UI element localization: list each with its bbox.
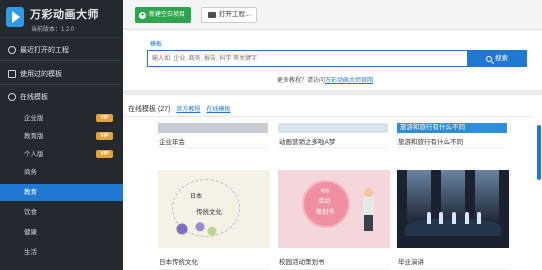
- app-title: 万彩动画大师: [30, 9, 99, 21]
- new-project-label: 新建空白项目: [149, 12, 186, 18]
- section-header: 在线模板 (27) 官方教程 在线模板: [128, 104, 230, 116]
- sidebar-item-health[interactable]: 健康: [0, 224, 123, 241]
- sidebar-item-label: 最近打开的工程: [20, 47, 69, 54]
- sidebar-divider: [0, 37, 123, 38]
- graduate-figure: [452, 212, 456, 224]
- template-thumbnail: 校园 活动 策划书: [278, 170, 390, 248]
- app-logo-icon: [6, 7, 24, 27]
- search-panel: 模板 搜索 更多教程？请访问万彩动画大师官网: [123, 30, 542, 90]
- sidebar: 万彩动画大师 当前版本：1.2.0 最近打开的工程 使用过的模板 在线模板 企业…: [0, 0, 123, 270]
- sidebar-item-personal[interactable]: 个人版 VIP: [0, 146, 123, 163]
- template-thumbnail: [278, 123, 388, 133]
- folder-icon: [208, 12, 216, 18]
- sidebar-item-used-templates[interactable]: 使用过的模板: [8, 69, 62, 79]
- vip-badge: VIP: [96, 150, 113, 158]
- search-label: 模板: [150, 42, 163, 48]
- template-caption: 毕业演讲: [398, 259, 424, 266]
- scrollbar[interactable]: [537, 125, 541, 180]
- card-divider: [397, 147, 507, 148]
- sidebar-item-label: 企业版: [24, 115, 44, 122]
- tab-official-tutorials[interactable]: 官方教程: [176, 104, 200, 113]
- template-gallery: 在线模板 (27) 官方教程 在线模板 企业年会 动画营销之多啦A梦 旅游和旅行…: [123, 95, 542, 270]
- vip-badge: VIP: [96, 132, 113, 140]
- sidebar-item-label: 商务: [24, 169, 37, 176]
- search-button-label: 搜索: [495, 55, 508, 62]
- template-caption: 动画营销之多啦A梦: [279, 139, 336, 146]
- sidebar-item-enterprise[interactable]: 企业版 VIP: [0, 110, 123, 127]
- sidebar-item-business[interactable]: 商务: [0, 164, 123, 181]
- template-thumbnail: 旅游和旅行有什么不同: [397, 123, 507, 133]
- template-caption: 旅游和旅行有什么不同: [398, 139, 463, 146]
- graduate-figure: [427, 212, 431, 224]
- plus-icon: +: [139, 11, 146, 19]
- sidebar-item-label: 教育版: [24, 133, 44, 140]
- sidebar-item-label: 生活: [24, 249, 37, 256]
- template-thumbnail: [397, 170, 509, 248]
- template-card[interactable]: 日本 传统文化 日本传统文化: [158, 170, 270, 270]
- sidebar-item-label: 健康: [24, 229, 37, 236]
- clock-icon: [8, 46, 16, 54]
- open-project-button[interactable]: 打开工程...: [201, 7, 258, 23]
- thumbnail-subtitle: 传统文化: [196, 209, 222, 216]
- graduate-figure: [439, 212, 443, 224]
- template-thumbnail: [158, 123, 268, 133]
- thumbnail-title: 旅游和旅行有什么不同: [400, 124, 465, 131]
- sidebar-item-label: 教育: [24, 189, 37, 196]
- sidebar-item-label: 饮食: [24, 209, 37, 216]
- sidebar-item-education[interactable]: 教育: [0, 184, 123, 201]
- graduate-figure: [465, 212, 469, 224]
- sidebar-item-life[interactable]: 生活: [0, 244, 123, 261]
- sidebar-item-education-edition[interactable]: 教育版 VIP: [0, 128, 123, 145]
- flower-decoration: [164, 218, 224, 240]
- thumbnail-title: 策划书: [316, 210, 335, 216]
- graduate-figure: [477, 212, 481, 224]
- template-caption: 企业年会: [159, 139, 185, 146]
- toolbar: + 新建空白项目 打开工程...: [123, 0, 542, 30]
- search-button[interactable]: 搜索: [467, 50, 527, 67]
- search-input[interactable]: [147, 50, 507, 67]
- sidebar-item-food[interactable]: 饮食: [0, 204, 123, 221]
- thumbnail-title: 日本: [190, 194, 203, 200]
- template-icon: [8, 70, 16, 78]
- cloud-icon: [8, 93, 16, 101]
- section-divider: [123, 116, 533, 117]
- sidebar-item-recent[interactable]: 最近打开的工程: [8, 45, 69, 55]
- tab-online-templates[interactable]: 在线模板: [206, 104, 230, 113]
- section-title: 在线模板 (27): [128, 106, 171, 113]
- template-thumbnail: 日本 传统文化: [158, 170, 270, 248]
- thumbnail-title: 校园: [321, 188, 329, 193]
- template-caption: 校园活动策划书: [279, 259, 325, 266]
- sidebar-item-label: 使用过的模板: [20, 71, 62, 78]
- search-icon: [486, 55, 492, 62]
- help-text: 更多教程？请访问万彩动画大师官网: [277, 75, 373, 84]
- official-site-link[interactable]: 万彩动画大师官网: [325, 78, 373, 84]
- thumbnail-title: 活动: [318, 199, 331, 205]
- template-card[interactable]: 毕业演讲: [397, 170, 509, 270]
- sidebar-item-label: 个人版: [24, 151, 44, 158]
- new-project-button[interactable]: + 新建空白项目: [135, 7, 192, 23]
- template-caption: 日本传统文化: [159, 259, 198, 266]
- app-version: 当前版本：1.2.0: [31, 27, 75, 33]
- template-card[interactable]: 校园 活动 策划书 校园活动策划书: [278, 170, 390, 270]
- help-prefix: 更多教程？请访问: [277, 78, 326, 84]
- vip-badge: VIP: [96, 114, 113, 122]
- cartoon-character: [362, 188, 374, 233]
- open-project-label: 打开工程...: [219, 11, 251, 18]
- sidebar-item-label: 在线模板: [20, 94, 48, 101]
- card-divider: [278, 147, 388, 148]
- sidebar-divider: [0, 84, 123, 85]
- card-divider: [158, 147, 268, 148]
- sidebar-item-online-templates[interactable]: 在线模板: [8, 92, 48, 102]
- sidebar-divider: [0, 60, 123, 61]
